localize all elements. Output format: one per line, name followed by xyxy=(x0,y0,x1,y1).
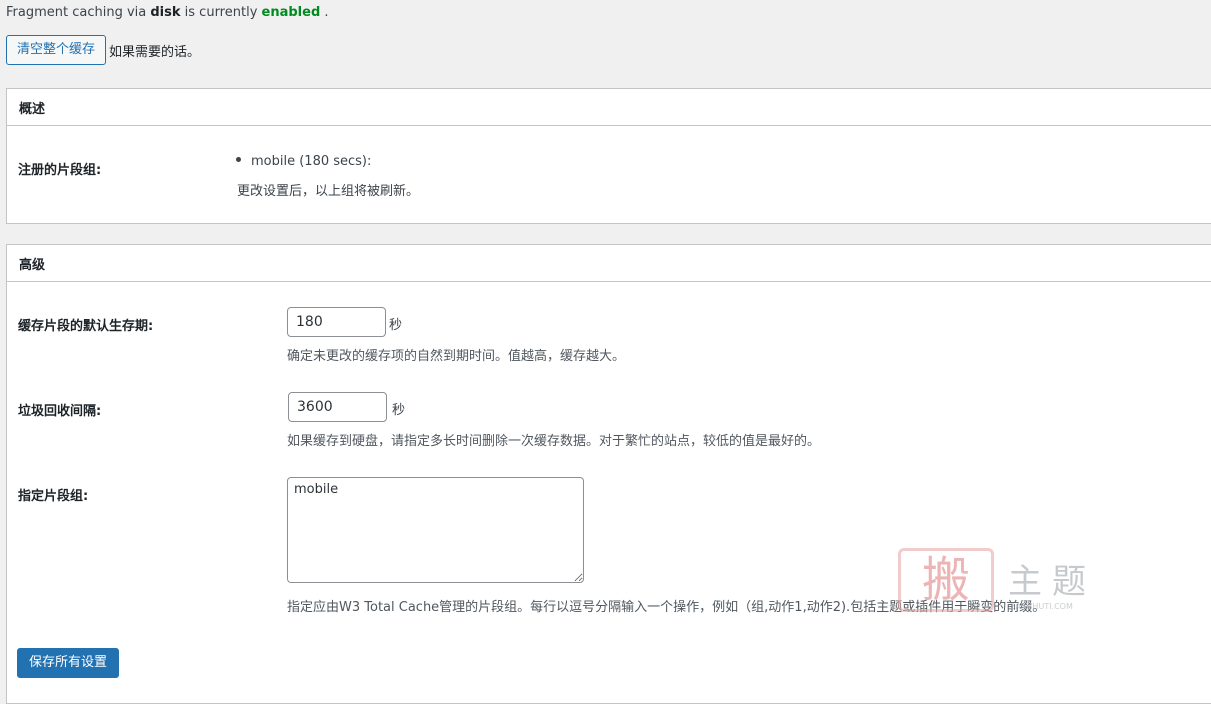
fragment-groups-label: 指定片段组: xyxy=(18,489,89,504)
flush-cache-button[interactable]: 清空整个缓存 xyxy=(6,35,107,65)
advanced-panel-title: 高级 xyxy=(7,245,1211,282)
flush-note: 如果需要的话。 xyxy=(109,44,201,60)
groups-refresh-note: 更改设置后，以上组将被刷新。 xyxy=(237,184,420,199)
save-all-settings-button[interactable]: 保存所有设置 xyxy=(17,648,120,678)
status-prefix: Fragment caching via xyxy=(6,5,151,20)
status-engine: disk xyxy=(150,5,181,20)
advanced-panel: 高级 缓存片段的默认生存期: 秒 确定未更改的缓存项的自然到期时间。值越高，缓存… xyxy=(6,244,1211,704)
overview-panel: 概述 注册的片段组: mobile (180 secs): 更改设置后，以上组将… xyxy=(6,88,1211,224)
watermark-logo: 搬 主题 BANZHUTI.COM xyxy=(898,548,1128,616)
group-list-item: mobile (180 secs): xyxy=(236,154,371,169)
fragment-groups-textarea[interactable]: mobile xyxy=(287,477,584,583)
fragment-cache-status: Fragment caching via disk is currently e… xyxy=(6,5,329,20)
watermark-url: BANZHUTI.COM xyxy=(1010,602,1073,611)
status-state: enabled xyxy=(261,5,321,20)
gc-interval-input[interactable] xyxy=(288,392,387,422)
gc-interval-description: 如果缓存到硬盘，请指定多长时间删除一次缓存数据。对于繁忙的站点，较低的值是最好的… xyxy=(287,434,821,449)
lifetime-unit: 秒 xyxy=(389,318,403,333)
watermark-seal: 搬 xyxy=(898,548,994,612)
gc-interval-label: 垃圾回收间隔: xyxy=(18,404,102,419)
gc-interval-unit: 秒 xyxy=(392,403,406,418)
registered-groups-label: 注册的片段组: xyxy=(18,163,102,178)
watermark-chars: 主题 xyxy=(1008,562,1096,602)
lifetime-description: 确定未更改的缓存项的自然到期时间。值越高，缓存越大。 xyxy=(287,349,626,364)
overview-panel-title: 概述 xyxy=(7,89,1211,126)
lifetime-input[interactable] xyxy=(287,307,386,337)
flush-row: 清空整个缓存 如果需要的话。 xyxy=(6,35,200,65)
status-middle: is currently xyxy=(180,5,262,20)
status-suffix: . xyxy=(320,5,329,20)
lifetime-label: 缓存片段的默认生存期: xyxy=(18,319,154,334)
